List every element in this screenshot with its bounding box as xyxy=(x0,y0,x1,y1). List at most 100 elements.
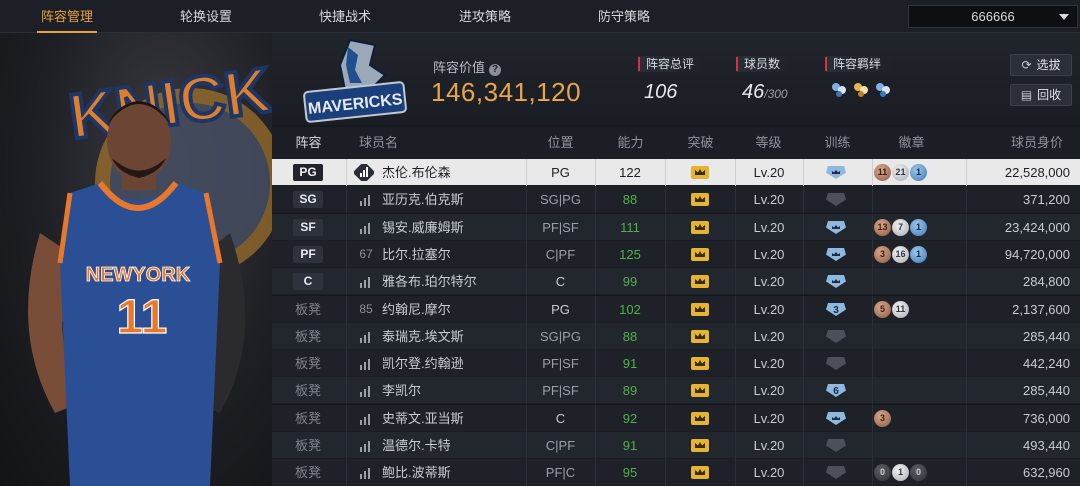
breakthrough-crown-icon[interactable] xyxy=(690,438,710,453)
team-select-dropdown[interactable]: 666666 xyxy=(908,5,1078,28)
badge-count[interactable]: 11 xyxy=(874,164,891,181)
breakthrough-crown-icon[interactable] xyxy=(690,247,710,262)
table-row[interactable]: 板凳 史蒂文.亚当斯 C 92 Lv.20 3 736,000 xyxy=(272,404,1080,432)
column-divider xyxy=(872,432,873,459)
badge-count[interactable]: 13 xyxy=(874,218,891,236)
tab-rotation-settings[interactable]: 轮换设置 xyxy=(156,0,256,33)
training-level-icon[interactable] xyxy=(825,220,847,235)
col-header-name[interactable]: 球员名 xyxy=(356,127,401,159)
breakthrough-crown-icon[interactable] xyxy=(690,220,710,235)
training-level-icon[interactable] xyxy=(825,247,847,262)
player-name[interactable]: 锡安.威廉姆斯 xyxy=(382,214,464,241)
column-divider xyxy=(803,432,804,459)
badge-count[interactable]: 16 xyxy=(892,245,909,263)
badge-count[interactable]: 11 xyxy=(892,300,909,318)
column-divider xyxy=(346,159,347,186)
help-icon[interactable]: ? xyxy=(489,64,502,76)
col-header-level[interactable]: 等级 xyxy=(746,127,791,159)
training-level-icon[interactable] xyxy=(825,192,847,207)
badge-count[interactable]: 0 xyxy=(874,464,891,482)
table-row[interactable]: 板凳 凯尔登.约翰逊 PF|SF 91 Lv.20 442,240 xyxy=(272,350,1080,378)
col-header-rating[interactable]: 能力 xyxy=(608,127,653,159)
bench-slot-label: 板凳 xyxy=(294,410,321,426)
training-level-icon[interactable]: 6 xyxy=(825,383,847,398)
breakthrough-crown-icon[interactable] xyxy=(690,356,710,371)
player-name[interactable]: 亚历克.伯克斯 xyxy=(382,186,464,213)
table-row[interactable]: 板凳 李凯尔 PF|SF 89 Lv.20 6 285,440 xyxy=(272,377,1080,405)
player-name[interactable]: 鲍比.波蒂斯 xyxy=(382,459,451,486)
table-row[interactable]: C 雅各布.珀尔特尔 C 99 Lv.20 284,800 xyxy=(272,268,1080,296)
column-divider xyxy=(966,268,967,296)
tab-defense-strategy[interactable]: 防守策略 xyxy=(574,0,674,33)
badge-count[interactable]: 3 xyxy=(874,409,891,427)
column-divider xyxy=(346,295,347,323)
breakthrough-crown-icon[interactable] xyxy=(690,329,710,344)
table-row[interactable]: 板凳 泰瑞克.埃文斯 SG|PG 88 Lv.20 285,440 xyxy=(272,322,1080,350)
badge-count[interactable]: 1 xyxy=(910,164,927,181)
training-level-icon[interactable] xyxy=(825,356,847,371)
col-header-badges[interactable]: 徽章 xyxy=(889,127,934,159)
tab-lineup-management[interactable]: 阵容管理 xyxy=(17,0,117,33)
badge-count[interactable]: 7 xyxy=(892,218,909,236)
top-nav: 阵容管理 轮换设置 快捷战术 进攻策略 防守策略 666666 xyxy=(0,0,1080,33)
table-row[interactable]: SF 锡安.威廉姆斯 PF|SF 111 Lv.20 13 7 1 23,424,000 xyxy=(272,213,1080,241)
column-divider xyxy=(966,240,967,268)
training-level-icon[interactable] xyxy=(825,465,847,480)
table-row[interactable]: 板凳 85 约翰尼.摩尔 PG 102 Lv.20 3 5 11 2,137,600 xyxy=(272,295,1080,323)
badge-count[interactable]: 5 xyxy=(874,300,891,318)
player-name[interactable]: 史蒂文.亚当斯 xyxy=(382,405,464,432)
player-name[interactable]: 约翰尼.摩尔 xyxy=(382,296,451,323)
training-level-icon[interactable] xyxy=(825,165,847,180)
training-level-icon[interactable] xyxy=(825,411,847,426)
pick-button[interactable]: ⟳ 选拔 xyxy=(1010,54,1072,76)
badge-count[interactable]: 1 xyxy=(910,218,927,236)
badge-count[interactable]: 0 xyxy=(910,464,927,482)
tab-quick-tactics[interactable]: 快捷战术 xyxy=(295,0,395,33)
breakthrough-crown-icon[interactable] xyxy=(690,302,710,317)
table-row[interactable]: PG 杰伦.布伦森 PG 122 Lv.20 11 21 1 22,528,000 xyxy=(272,159,1080,186)
training-level-icon[interactable] xyxy=(825,438,847,453)
table-row[interactable]: 板凳 温德尔.卡特 C|PF 91 Lv.20 493,440 xyxy=(272,432,1080,459)
column-divider xyxy=(803,295,804,323)
player-name[interactable]: 泰瑞克.埃文斯 xyxy=(382,323,464,350)
bench-slot-label: 板凳 xyxy=(294,383,321,399)
column-divider xyxy=(803,350,804,378)
breakthrough-crown-icon[interactable] xyxy=(690,465,710,480)
signal-bars-icon xyxy=(360,386,370,398)
breakthrough-crown-icon[interactable] xyxy=(690,274,710,289)
badge-count[interactable]: 21 xyxy=(892,164,909,181)
breakthrough-crown-icon[interactable] xyxy=(690,192,710,207)
badge-count[interactable]: 1 xyxy=(910,245,927,263)
badge-count[interactable]: 3 xyxy=(874,245,891,263)
training-level-icon[interactable] xyxy=(825,274,847,289)
breakthrough-crown-icon[interactable] xyxy=(690,383,710,398)
player-name[interactable]: 雅各布.珀尔特尔 xyxy=(382,268,477,295)
synergy-link-icon[interactable] xyxy=(851,79,871,99)
breakthrough-crown-icon[interactable] xyxy=(690,165,710,180)
col-header-breakthrough[interactable]: 突破 xyxy=(678,127,723,159)
lineup-slot-badge: C xyxy=(293,273,323,291)
table-row[interactable]: 板凳 鲍比.波蒂斯 PF|C 95 Lv.20 0 1 0 632,960 xyxy=(272,459,1080,486)
table-row[interactable]: PF 67 比尔.拉塞尔 C|PF 125 Lv.20 3 16 1 94,720,000 xyxy=(272,240,1080,268)
player-name[interactable]: 比尔.拉塞尔 xyxy=(382,241,451,268)
player-rating: 122 xyxy=(619,165,641,180)
synergy-link-icon[interactable] xyxy=(873,79,893,99)
col-header-lineup[interactable]: 阵容 xyxy=(286,127,331,159)
player-name[interactable]: 凯尔登.约翰逊 xyxy=(382,350,464,377)
table-row[interactable]: SG 亚历克.伯克斯 SG|PG 88 Lv.20 371,200 xyxy=(272,186,1080,214)
column-divider xyxy=(665,213,666,241)
training-level-icon[interactable] xyxy=(825,329,847,344)
player-market-value: 371,200 xyxy=(1023,192,1070,208)
col-header-position[interactable]: 位置 xyxy=(538,127,583,159)
recycle-button[interactable]: ▤ 回收 xyxy=(1010,84,1072,106)
training-level-icon[interactable]: 3 xyxy=(825,302,847,317)
badge-count[interactable]: 1 xyxy=(892,464,909,482)
tab-offense-strategy[interactable]: 进攻策略 xyxy=(435,0,535,33)
breakthrough-crown-icon[interactable] xyxy=(690,411,710,426)
player-name[interactable]: 李凯尔 xyxy=(382,377,421,404)
player-name[interactable]: 杰伦.布伦森 xyxy=(382,159,451,186)
col-header-value[interactable]: 球员身价 xyxy=(1002,127,1072,159)
col-header-training[interactable]: 训练 xyxy=(815,127,860,159)
player-name[interactable]: 温德尔.卡特 xyxy=(382,432,451,459)
synergy-link-icon[interactable] xyxy=(829,79,849,99)
